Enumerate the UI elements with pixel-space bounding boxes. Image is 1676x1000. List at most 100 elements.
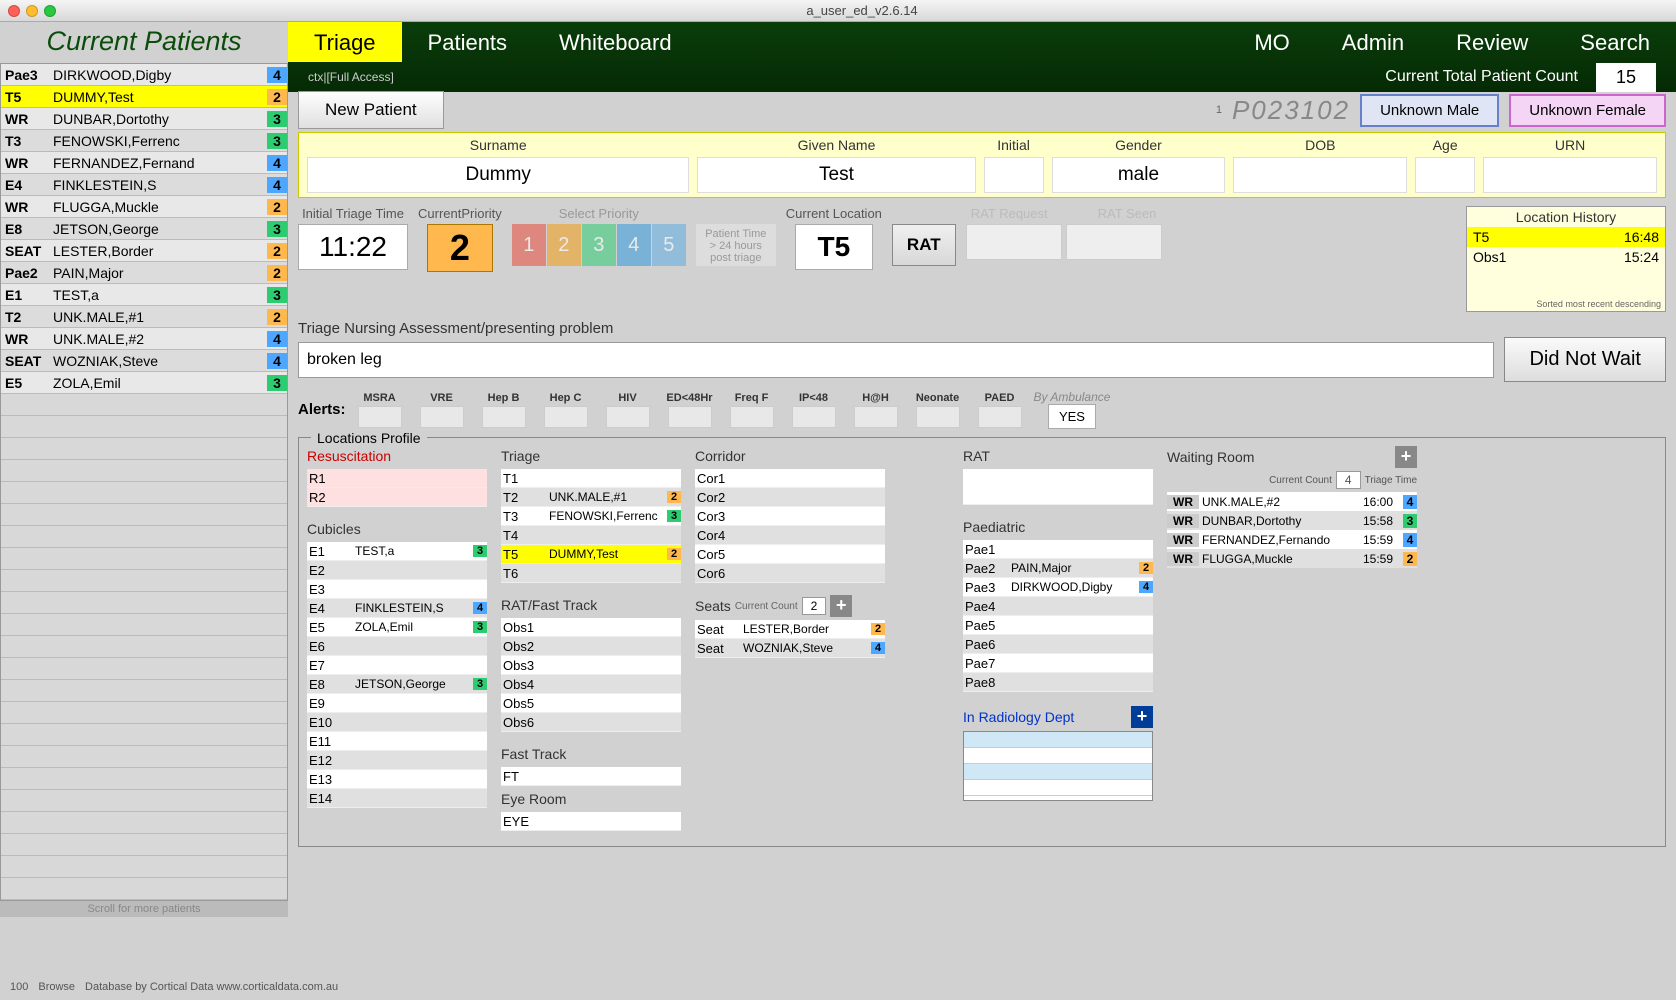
minimize-icon[interactable] [26, 5, 38, 17]
loc-row[interactable]: E12 [307, 751, 487, 770]
loc-row[interactable]: Obs3 [501, 656, 681, 675]
dob-field[interactable] [1233, 157, 1407, 193]
add-waiting-button[interactable]: + [1395, 446, 1417, 468]
alert-H@H[interactable] [854, 406, 898, 428]
tab-whiteboard[interactable]: Whiteboard [533, 22, 698, 62]
loc-row[interactable]: R1 [307, 469, 487, 488]
lh-row[interactable]: T516:48 [1467, 227, 1665, 247]
loc-row[interactable]: E6 [307, 637, 487, 656]
alert-HIV[interactable] [606, 406, 650, 428]
unknown-female-button[interactable]: Unknown Female [1509, 94, 1666, 127]
loc-row[interactable]: Obs1 [501, 618, 681, 637]
patient-row[interactable]: E5ZOLA,Emil3 [1, 372, 287, 394]
loc-row[interactable]: Pae2PAIN,Major2 [963, 559, 1153, 578]
loc-row[interactable]: Cor2 [695, 488, 885, 507]
alert-PAED[interactable] [978, 406, 1022, 428]
loc-row[interactable]: E5ZOLA,Emil3 [307, 618, 487, 637]
alert-VRE[interactable] [420, 406, 464, 428]
loc-row[interactable]: Cor6 [695, 564, 885, 583]
priority-selector[interactable]: 12345 [512, 224, 686, 266]
alert-Freq F[interactable] [730, 406, 774, 428]
loc-row[interactable]: E3 [307, 580, 487, 599]
loc-row[interactable]: Obs2 [501, 637, 681, 656]
loc-row[interactable]: Pae3DIRKWOOD,Digby4 [963, 578, 1153, 597]
loc-row[interactable]: R2 [307, 488, 487, 507]
patient-row[interactable]: T5DUMMY,Test2 [1, 86, 287, 108]
zoom-icon[interactable] [44, 5, 56, 17]
loc-row[interactable]: Cor5 [695, 545, 885, 564]
priority-5[interactable]: 5 [652, 224, 686, 266]
patient-row[interactable]: WRUNK.MALE,#24 [1, 328, 287, 350]
priority-1[interactable]: 1 [512, 224, 546, 266]
loc-row[interactable]: T1 [501, 469, 681, 488]
loc-row[interactable]: E7 [307, 656, 487, 675]
given-field[interactable]: Test [697, 157, 975, 193]
loc-row[interactable]: E1TEST,a3 [307, 542, 487, 561]
loc-row[interactable]: Pae4 [963, 597, 1153, 616]
gender-field[interactable]: male [1052, 157, 1226, 193]
patient-row[interactable]: WRFERNANDEZ,Fernand4 [1, 152, 287, 174]
age-field[interactable] [1415, 157, 1475, 193]
alert-MSRA[interactable] [358, 406, 402, 428]
loc-row[interactable]: SeatWOZNIAK,Steve4 [695, 639, 885, 658]
alert-Hep C[interactable] [544, 406, 588, 428]
loc-row[interactable]: Pae8 [963, 673, 1153, 692]
add-seat-button[interactable]: + [830, 595, 852, 617]
loc-row[interactable]: E2 [307, 561, 487, 580]
waiting-row[interactable]: WRFERNANDEZ,Fernando15:594 [1167, 530, 1417, 549]
patient-list[interactable]: Pae3DIRKWOOD,Digby4T5DUMMY,Test2WRDUNBAR… [0, 63, 288, 901]
priority-3[interactable]: 3 [582, 224, 616, 266]
patient-row[interactable]: T2UNK.MALE,#12 [1, 306, 287, 328]
patient-row[interactable]: SEATWOZNIAK,Steve4 [1, 350, 287, 372]
loc-row[interactable]: E13 [307, 770, 487, 789]
did-not-wait-button[interactable]: Did Not Wait [1504, 337, 1666, 382]
alert-ED<48Hr[interactable] [668, 406, 712, 428]
initial-triage-time[interactable]: 11:22 [298, 224, 408, 270]
tab-search[interactable]: Search [1554, 22, 1676, 62]
alert-Hep B[interactable] [482, 406, 526, 428]
patient-row[interactable]: WRDUNBAR,Dortothy3 [1, 108, 287, 130]
loc-row[interactable]: Pae7 [963, 654, 1153, 673]
close-icon[interactable] [8, 5, 20, 17]
tab-review[interactable]: Review [1430, 22, 1554, 62]
initial-field[interactable] [984, 157, 1044, 193]
patient-row[interactable]: WRFLUGGA,Muckle2 [1, 196, 287, 218]
loc-row[interactable]: Obs4 [501, 675, 681, 694]
loc-row[interactable]: E8JETSON,George3 [307, 675, 487, 694]
rat-field[interactable] [963, 469, 1153, 505]
waiting-row[interactable]: WRDUNBAR,Dortothy15:583 [1167, 511, 1417, 530]
loc-row[interactable]: SeatLESTER,Border2 [695, 620, 885, 639]
alert-IP<48[interactable] [792, 406, 836, 428]
tab-mo[interactable]: MO [1228, 22, 1315, 62]
tab-patients[interactable]: Patients [402, 22, 534, 62]
loc-row[interactable]: FT [501, 767, 681, 786]
loc-row[interactable]: E10 [307, 713, 487, 732]
loc-row[interactable]: T4 [501, 526, 681, 545]
urn-field[interactable] [1483, 157, 1657, 193]
loc-row[interactable]: E9 [307, 694, 487, 713]
patient-row[interactable]: E8JETSON,George3 [1, 218, 287, 240]
patient-row[interactable]: E1TEST,a3 [1, 284, 287, 306]
loc-row[interactable]: Pae6 [963, 635, 1153, 654]
priority-2[interactable]: 2 [547, 224, 581, 266]
patient-row[interactable]: Pae3DIRKWOOD,Digby4 [1, 64, 287, 86]
loc-row[interactable]: T2UNK.MALE,#12 [501, 488, 681, 507]
rat-seen-field[interactable] [1066, 224, 1162, 260]
patient-row[interactable]: Pae2PAIN,Major2 [1, 262, 287, 284]
priority-4[interactable]: 4 [617, 224, 651, 266]
surname-field[interactable]: Dummy [307, 157, 689, 193]
unknown-male-button[interactable]: Unknown Male [1360, 94, 1499, 127]
new-patient-button[interactable]: New Patient [298, 91, 444, 129]
loc-row[interactable]: Cor4 [695, 526, 885, 545]
loc-row[interactable]: T5DUMMY,Test2 [501, 545, 681, 564]
loc-row[interactable]: Pae5 [963, 616, 1153, 635]
patient-row[interactable]: T3FENOWSKI,Ferrenc3 [1, 130, 287, 152]
loc-row[interactable]: Pae1 [963, 540, 1153, 559]
radiology-list[interactable] [963, 731, 1153, 801]
patient-row[interactable]: E4FINKLESTEIN,S4 [1, 174, 287, 196]
loc-row[interactable]: T3FENOWSKI,Ferrenc3 [501, 507, 681, 526]
tab-admin[interactable]: Admin [1316, 22, 1430, 62]
rat-button[interactable]: RAT [892, 224, 956, 266]
rat-request-field[interactable] [966, 224, 1062, 260]
add-radiology-button[interactable]: + [1131, 706, 1153, 728]
